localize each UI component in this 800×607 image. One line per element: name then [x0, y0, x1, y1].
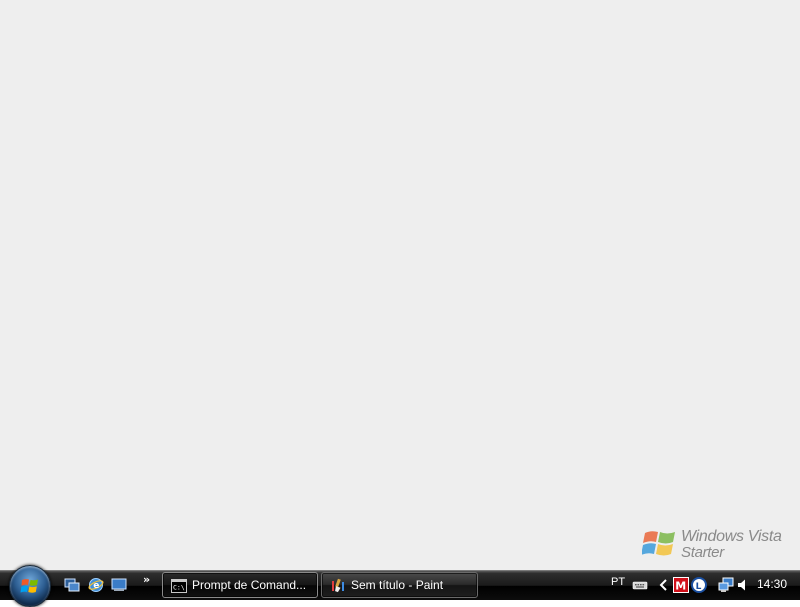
watermark-line-2: Starter	[681, 544, 724, 561]
show-hidden-icons-chevron[interactable]	[656, 577, 672, 593]
language-indicator[interactable]: PT	[611, 576, 625, 588]
taskbar-item-paint[interactable]: Sem título - Paint	[321, 572, 478, 598]
windows-flag-logo-icon	[642, 531, 675, 556]
start-button[interactable]	[9, 565, 51, 607]
svg-text:C:\: C:\	[173, 584, 185, 592]
volume-icon[interactable]	[736, 577, 752, 593]
clock[interactable]: 14:30	[757, 577, 787, 591]
show-desktop-icon[interactable]	[111, 577, 127, 593]
desktop[interactable]	[0, 0, 800, 600]
network-icon[interactable]	[718, 577, 734, 593]
internet-explorer-icon[interactable]: e	[88, 577, 104, 593]
svg-text:L: L	[696, 582, 702, 592]
command-prompt-icon: C:\	[171, 579, 187, 593]
keyboard-icon[interactable]	[632, 577, 648, 593]
svg-text:M: M	[675, 580, 686, 593]
mcafee-icon[interactable]: M	[673, 577, 689, 593]
taskbar-item-label: Sem título - Paint	[351, 578, 444, 592]
svg-text:e: e	[93, 581, 99, 591]
switch-windows-icon[interactable]	[64, 577, 80, 593]
taskbar-item-command-prompt[interactable]: C:\ Prompt de Comand...	[162, 572, 318, 598]
paint-icon	[332, 578, 344, 593]
windows-vista-starter-watermark: Windows Vista Starter	[640, 524, 800, 564]
update-icon[interactable]: L	[691, 577, 707, 593]
windows-orb-icon	[20, 579, 38, 593]
quick-launch-more-button[interactable]: »	[143, 573, 150, 586]
taskbar-item-label: Prompt de Comand...	[192, 578, 307, 592]
